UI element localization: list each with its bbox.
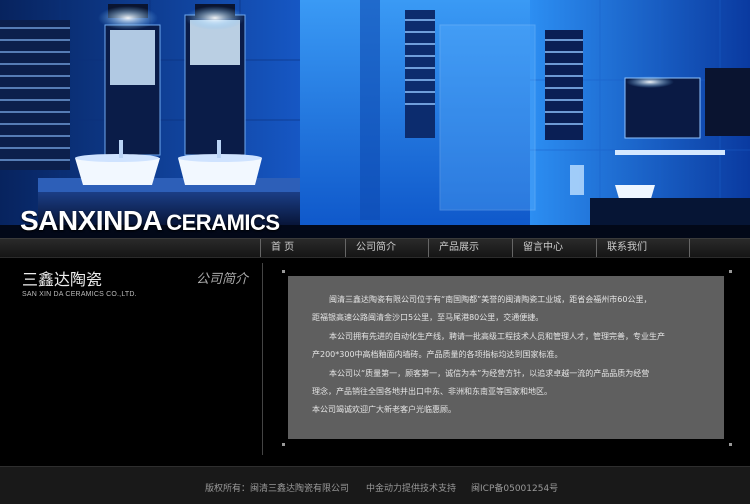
hero-banner: SANXINDA CERAMICS <box>0 0 750 238</box>
company-name-en: SAN XIN DA CERAMICS CO.,LTD. <box>22 291 137 298</box>
nav-item-home[interactable]: 首 页 <box>260 239 343 257</box>
corner-dot <box>282 270 285 273</box>
bathroom-banner-image <box>0 0 750 238</box>
intro-line: 理念，产品销往全国各地并出口中东、非洲和东南亚等国家和地区。 <box>312 387 552 396</box>
company-name: 三鑫达陶瓷 <box>22 270 103 289</box>
nav-item-guestbook[interactable]: 留言中心 <box>512 239 595 257</box>
main-nav: 首 页 公司简介 产品展示 留言中心 联系我们 <box>0 238 750 258</box>
footer-copyright: 版权所有：闽清三鑫达陶瓷有限公司 <box>205 484 350 494</box>
section-title: 公司简介 <box>196 272 249 287</box>
brand-logo: SANXINDA CERAMICS <box>20 205 280 237</box>
intro-line: 产200*300中高档釉面内墙砖。产品质量的各项指标均达到国家标准。 <box>312 350 563 359</box>
intro-line: 本公司拥有先进的自动化生产线，聘请一批高级工程技术人员和管理人才，管理完善，专业… <box>329 332 665 341</box>
intro-line: 闽清三鑫达陶瓷有限公司位于有“南国陶都”美誉的闽清陶瓷工业城，距省会福州市60公… <box>329 295 652 304</box>
nav-item-products[interactable]: 产品展示 <box>428 239 511 257</box>
nav-item-contact[interactable]: 联系我们 <box>596 239 690 257</box>
corner-dot <box>729 443 732 446</box>
intro-line: 距福银高速公路闽清金沙口5公里，至马尾港80公里，交通便捷。 <box>312 313 544 322</box>
footer-tech-support: 中金动力提供技术支持 <box>366 484 457 494</box>
intro-line: 本公司竭诚欢迎广大新老客户光临惠顾。 <box>312 405 456 414</box>
footer: 版权所有：闽清三鑫达陶瓷有限公司 中金动力提供技术支持 闽ICP备0500125… <box>0 466 750 504</box>
company-intro-panel: 闽清三鑫达陶瓷有限公司位于有“南国陶都”美誉的闽清陶瓷工业城，距省会福州市60公… <box>288 276 724 439</box>
corner-dot <box>282 443 285 446</box>
column-divider <box>262 263 263 455</box>
nav-item-about[interactable]: 公司简介 <box>345 239 428 257</box>
intro-line: 本公司以“质量第一，顾客第一，诚信为本”为经营方针，以追求卓越一流的产品品质为经… <box>329 369 650 378</box>
footer-icp[interactable]: 闽ICP备05001254号 <box>471 481 558 494</box>
corner-dot <box>729 270 732 273</box>
brand-suffix: CERAMICS <box>166 210 280 235</box>
brand-name: SANXINDA <box>20 205 163 236</box>
